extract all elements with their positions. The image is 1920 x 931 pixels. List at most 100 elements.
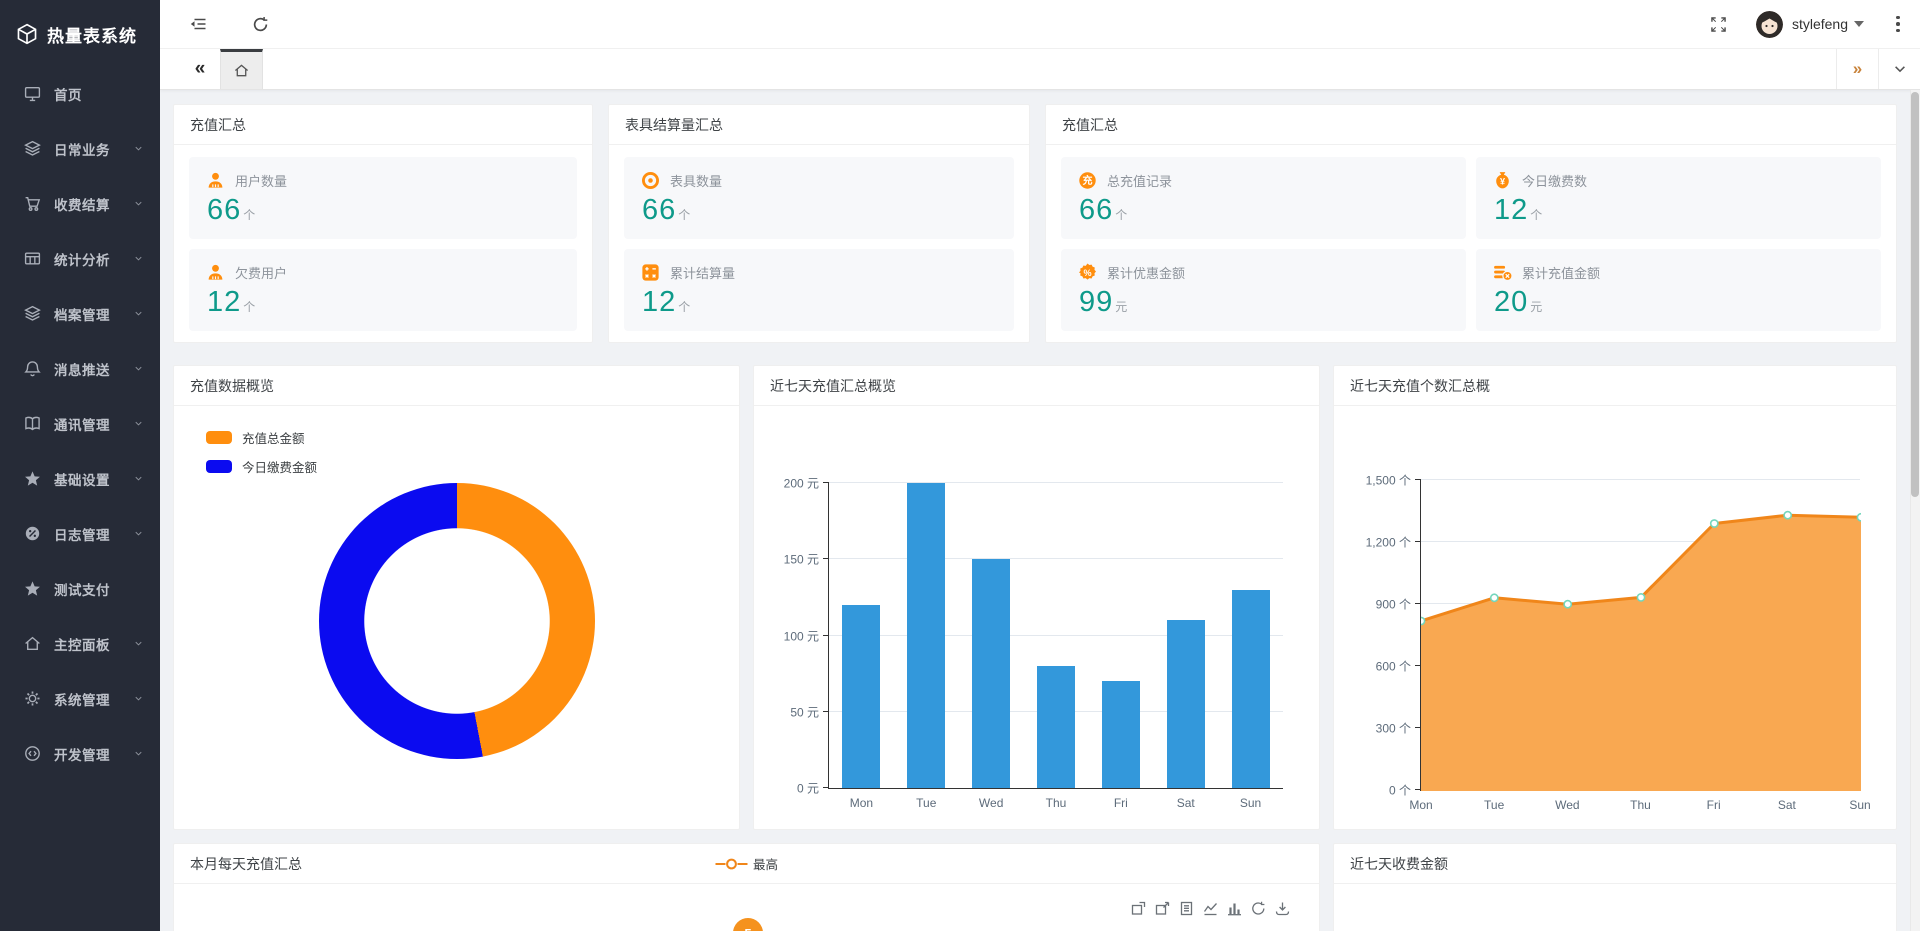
tabs-dropdown-button[interactable] bbox=[1878, 49, 1920, 89]
stat-value: 66个 bbox=[640, 194, 998, 227]
brand: 热量表系统 bbox=[0, 0, 160, 52]
magic-line-icon[interactable] bbox=[1203, 901, 1219, 917]
x-axis-tick-label: Thu bbox=[1630, 798, 1651, 812]
chevron-down-icon bbox=[133, 473, 144, 484]
sidebar-item-label: 测试支付 bbox=[54, 579, 110, 599]
bar-Fri bbox=[1102, 681, 1140, 788]
y-axis-tick-label: 50 元 bbox=[749, 703, 819, 720]
bar-Sun bbox=[1232, 590, 1270, 788]
stat-box: % 累计优惠金额 99元 bbox=[1061, 249, 1466, 331]
area-chart: 0 个300 个600 个900 个1,200 个1,500 个MonTueWe… bbox=[1420, 480, 1860, 791]
sidebar-item-message-push[interactable]: 消息推送 bbox=[0, 341, 160, 396]
card-meter-settlement-summary: 表具结算量汇总 表具数量 66个 累计结算量 12个 bbox=[608, 104, 1030, 343]
sidebar-item-fee-settlement[interactable]: 收费结算 bbox=[0, 176, 160, 231]
sidebar: 热量表系统 首页日常业务收费结算统计分析档案管理消息推送通讯管理基础设置日志管理… bbox=[0, 0, 160, 931]
x-axis-tick-label: Mon bbox=[1409, 798, 1432, 812]
chevron-down-icon bbox=[133, 363, 144, 374]
y-axis-tick-label: 1,200 个 bbox=[1341, 534, 1411, 551]
y-axis-tick-label: 600 个 bbox=[1341, 658, 1411, 675]
stat-label: 用户数量 bbox=[235, 171, 287, 190]
y-axis-tick-label: 300 个 bbox=[1341, 720, 1411, 737]
sidebar-item-label: 档案管理 bbox=[54, 304, 110, 324]
cart-icon bbox=[24, 195, 41, 212]
sidebar-item-test-payment[interactable]: 测试支付 bbox=[0, 561, 160, 616]
user-caret-icon[interactable] bbox=[1854, 21, 1864, 32]
more-menu-button[interactable] bbox=[1876, 0, 1920, 48]
table-icon bbox=[24, 250, 41, 267]
log-icon bbox=[24, 525, 41, 542]
username[interactable]: stylefeng bbox=[1792, 16, 1848, 32]
card-month-daily-recharge: 本月每天充值汇总 最高 5 bbox=[173, 843, 1320, 931]
x-axis-tick-label: Sat bbox=[1778, 798, 1796, 812]
save-image-icon[interactable] bbox=[1275, 901, 1291, 917]
sidebar-item-daily-business[interactable]: 日常业务 bbox=[0, 121, 160, 176]
stat-label: 欠费用户 bbox=[235, 263, 287, 282]
stat-label: 总充值记录 bbox=[1107, 171, 1172, 190]
stat-value: 20元 bbox=[1492, 286, 1865, 319]
stat-value: 12个 bbox=[205, 286, 561, 319]
y-axis-tick-label: 1,500 个 bbox=[1341, 472, 1411, 489]
stat-value: 12个 bbox=[640, 286, 998, 319]
recharge-icon: 充 bbox=[1077, 170, 1098, 191]
sidebar-item-archives[interactable]: 档案管理 bbox=[0, 286, 160, 341]
sidebar-item-label: 系统管理 bbox=[54, 689, 110, 709]
avatar[interactable] bbox=[1756, 11, 1783, 38]
main-content: 充值汇总 用户数量 66个 欠费用户 12个 表具结算量汇总 表具数量 bbox=[160, 90, 1920, 931]
scrollbar-thumb[interactable] bbox=[1911, 92, 1919, 497]
calculator-icon bbox=[640, 262, 661, 283]
cube-icon bbox=[16, 23, 38, 45]
tab-home[interactable] bbox=[220, 49, 263, 89]
data-view-icon[interactable] bbox=[1179, 901, 1195, 917]
dev-icon bbox=[24, 745, 41, 762]
fullscreen-icon[interactable] bbox=[1696, 0, 1742, 48]
sidebar-item-basic-settings[interactable]: 基础设置 bbox=[0, 451, 160, 506]
sidebar-item-home[interactable]: 首页 bbox=[0, 66, 160, 121]
y-axis-tick-label: 900 个 bbox=[1341, 596, 1411, 613]
sidebar-item-label: 日志管理 bbox=[54, 524, 110, 544]
star-icon bbox=[24, 580, 41, 597]
line-marker-icon bbox=[715, 858, 747, 870]
sidebar-item-communication[interactable]: 通讯管理 bbox=[0, 396, 160, 451]
gear-icon bbox=[24, 690, 41, 707]
x-axis-tick-label: Sat bbox=[1177, 796, 1195, 810]
data-zoom-icon[interactable] bbox=[1131, 901, 1147, 917]
x-axis-tick-label: Wed bbox=[1555, 798, 1579, 812]
menu-fold-button[interactable] bbox=[178, 0, 218, 48]
refresh-button[interactable] bbox=[240, 0, 280, 48]
stat-label: 今日缴费数 bbox=[1522, 171, 1587, 190]
x-axis-tick-label: Tue bbox=[916, 796, 936, 810]
x-axis-tick-label: Sun bbox=[1240, 796, 1261, 810]
magic-bar-icon[interactable] bbox=[1227, 901, 1243, 917]
sidebar-menu: 首页日常业务收费结算统计分析档案管理消息推送通讯管理基础设置日志管理测试支付主控… bbox=[0, 66, 160, 781]
zoom-reset-icon[interactable] bbox=[1155, 901, 1171, 917]
home-icon bbox=[234, 63, 249, 78]
y-axis-tick-label: 0 个 bbox=[1341, 782, 1411, 799]
star-icon bbox=[24, 470, 41, 487]
tabs-scroll-left-button[interactable]: « bbox=[180, 49, 220, 89]
card-recharge-data-overview: 充值数据概览 充值总金额 今日缴费金额 bbox=[173, 365, 740, 830]
desktop-icon bbox=[24, 85, 41, 102]
legend-item[interactable]: 充值总金额 bbox=[206, 428, 317, 447]
sidebar-item-dev-management[interactable]: 开发管理 bbox=[0, 726, 160, 781]
user-icon bbox=[205, 170, 226, 191]
restore-icon[interactable] bbox=[1251, 901, 1267, 917]
sidebar-item-system-management[interactable]: 系统管理 bbox=[0, 671, 160, 726]
chevron-down-icon bbox=[133, 253, 144, 264]
card-title: 充值数据概览 bbox=[174, 366, 739, 406]
legend-item[interactable]: 今日缴费金额 bbox=[206, 457, 317, 476]
card-title: 充值汇总 bbox=[1046, 105, 1896, 145]
tabs-scroll-right-button[interactable]: » bbox=[1836, 49, 1878, 89]
stat-value: 66个 bbox=[1077, 194, 1450, 227]
kebab-icon bbox=[1896, 16, 1900, 33]
sidebar-item-statistics[interactable]: 统计分析 bbox=[0, 231, 160, 286]
sidebar-item-main-panel[interactable]: 主控面板 bbox=[0, 616, 160, 671]
max-point-marker: 5 bbox=[733, 918, 763, 931]
x-axis-tick-label: Tue bbox=[1484, 798, 1504, 812]
max-legend[interactable]: 最高 bbox=[715, 854, 778, 873]
sidebar-item-log-management[interactable]: 日志管理 bbox=[0, 506, 160, 561]
stat-label: 累计结算量 bbox=[670, 263, 735, 282]
y-axis-tick-label: 150 元 bbox=[749, 551, 819, 568]
bar-Mon bbox=[842, 605, 880, 788]
stat-box: ¥ 今日缴费数 12个 bbox=[1476, 157, 1881, 239]
layers-icon bbox=[24, 140, 41, 157]
